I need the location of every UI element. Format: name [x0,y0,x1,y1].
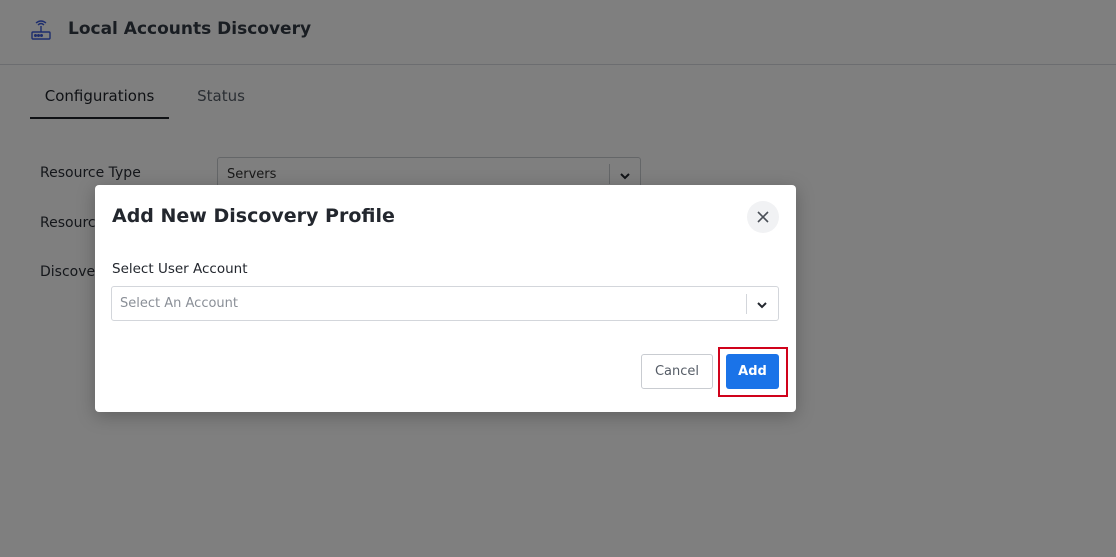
select-user-account-label: Select User Account [112,261,248,277]
account-search-input[interactable] [120,291,720,316]
user-account-select[interactable] [111,286,779,321]
close-icon [757,211,769,223]
select-divider [746,294,747,314]
dialog-title: Add New Discovery Profile [112,205,395,227]
close-button[interactable] [747,201,779,233]
cancel-button[interactable]: Cancel [641,354,713,389]
add-discovery-profile-dialog: Add New Discovery Profile Select User Ac… [95,185,796,412]
chevron-down-icon[interactable] [755,297,769,311]
add-button[interactable]: Add [726,354,779,389]
